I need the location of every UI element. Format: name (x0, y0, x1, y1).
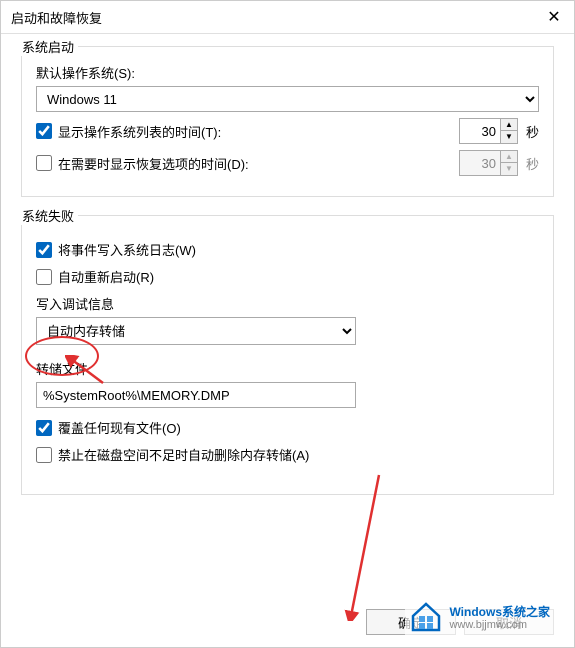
group-label-startup: 系统启动 (18, 37, 78, 56)
spin-down-icon-2: ▼ (501, 163, 517, 175)
spinner-buttons: ▲ ▼ (501, 118, 518, 144)
dump-file-label: 转储文件: (36, 359, 539, 378)
show-os-list-label: 显示操作系统列表的时间(T): (58, 122, 221, 141)
no-delete-low-disk-label: 禁止在磁盘空间不足时自动删除内存转储(A) (58, 445, 309, 464)
spin-down-icon[interactable]: ▼ (501, 131, 517, 143)
watermark-title: Windows系统之家 (449, 606, 550, 619)
write-event-log-label: 将事件写入系统日志(W) (58, 240, 196, 259)
spin-up-icon[interactable]: ▲ (501, 119, 517, 131)
no-delete-low-disk-checkbox[interactable] (36, 447, 52, 463)
overwrite-checkbox[interactable] (36, 420, 52, 436)
content-area: 系统启动 默认操作系统(S): Windows 11 显示操作系统列表的时间(T… (1, 34, 574, 523)
close-button[interactable]: ✕ (544, 7, 564, 27)
auto-restart-label: 自动重新启动(R) (58, 267, 154, 286)
watermark-url: www.bjjmw.com (449, 619, 550, 631)
dump-type-select[interactable]: 自动内存转储 (36, 317, 356, 345)
write-event-log-checkbox[interactable] (36, 242, 52, 258)
house-icon (409, 600, 443, 637)
spinner-buttons-2: ▲ ▼ (501, 150, 518, 176)
window-title: 启动和故障恢复 (11, 8, 102, 27)
default-os-label: 默认操作系统(S): (36, 63, 539, 82)
spin-up-icon-2: ▲ (501, 151, 517, 163)
watermark: Windows系统之家 www.bjjmw.com (405, 598, 554, 639)
seconds-unit-1: 秒 (526, 122, 539, 141)
seconds-unit-2: 秒 (526, 154, 539, 173)
system-failure-group: 系统失败 将事件写入系统日志(W) 自动重新启动(R) 写入调试信息 自动内存转… (21, 215, 554, 495)
show-recovery-checkbox[interactable] (36, 155, 52, 171)
show-recovery-label: 在需要时显示恢复选项的时间(D): (58, 154, 249, 173)
title-bar: 启动和故障恢复 ✕ (1, 1, 574, 34)
show-recovery-row: 在需要时显示恢复选项的时间(D): ▲ ▼ 秒 (36, 150, 539, 176)
close-icon: ✕ (547, 7, 560, 27)
dump-file-input[interactable] (36, 382, 356, 408)
show-recovery-seconds-input (459, 150, 501, 176)
debug-info-label: 写入调试信息 (36, 294, 539, 313)
default-os-select[interactable]: Windows 11 (36, 86, 539, 112)
system-startup-group: 系统启动 默认操作系统(S): Windows 11 显示操作系统列表的时间(T… (21, 46, 554, 197)
group-label-failure: 系统失败 (18, 206, 78, 225)
overwrite-label: 覆盖任何现有文件(O) (58, 418, 181, 437)
show-os-list-checkbox[interactable] (36, 123, 52, 139)
show-os-list-seconds-input[interactable] (459, 118, 501, 144)
show-os-list-row: 显示操作系统列表的时间(T): ▲ ▼ 秒 (36, 118, 539, 144)
auto-restart-checkbox[interactable] (36, 269, 52, 285)
